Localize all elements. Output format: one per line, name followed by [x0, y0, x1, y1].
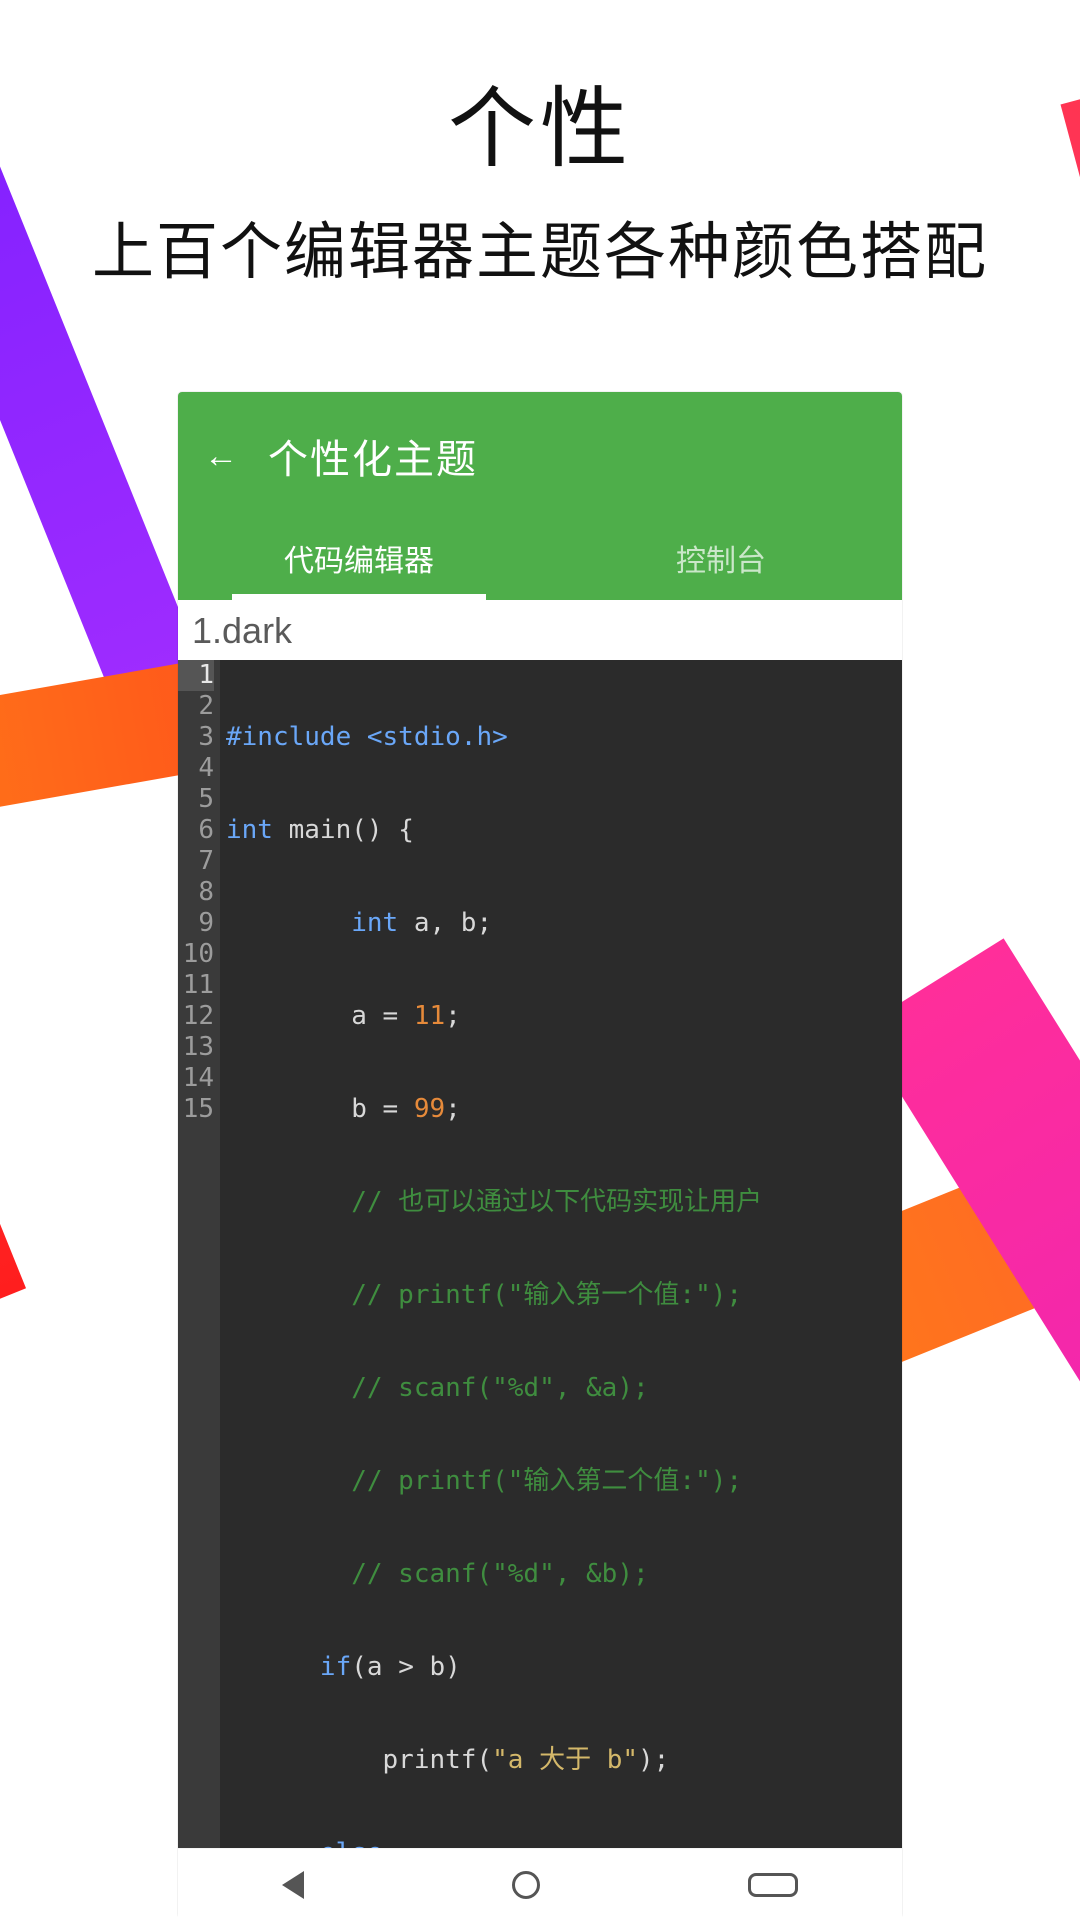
gutter-dark: 1 2345 678910 1112131415 — [178, 660, 220, 1918]
theme-label-dark[interactable]: 1.dark — [178, 600, 902, 660]
tab-console[interactable]: 控制台 — [540, 520, 902, 600]
page-subtitle: 上百个编辑器主题各种颜色搭配 — [0, 201, 1080, 291]
back-icon[interactable]: ← — [204, 437, 240, 476]
page-title: 个性 — [0, 78, 1080, 179]
nav-home-icon[interactable] — [512, 1871, 540, 1899]
tab-code-editor[interactable]: 代码编辑器 — [178, 520, 540, 600]
nav-recent-icon[interactable] — [748, 1873, 798, 1897]
appbar: ← 个性化主题 — [178, 392, 902, 520]
code-dark: #include <stdio.h> int main() { int a, b… — [220, 660, 902, 1918]
android-navbar — [178, 1848, 902, 1920]
nav-back-icon[interactable] — [282, 1871, 304, 1899]
phone-mock: ← 个性化主题 代码编辑器 控制台 1.dark 1 2345 678910 1… — [178, 392, 902, 1918]
tabs: 代码编辑器 控制台 — [178, 520, 902, 600]
appbar-title: 个性化主题 — [268, 427, 478, 485]
theme-preview-dark[interactable]: 1 2345 678910 1112131415 #include <stdio… — [178, 660, 902, 1918]
